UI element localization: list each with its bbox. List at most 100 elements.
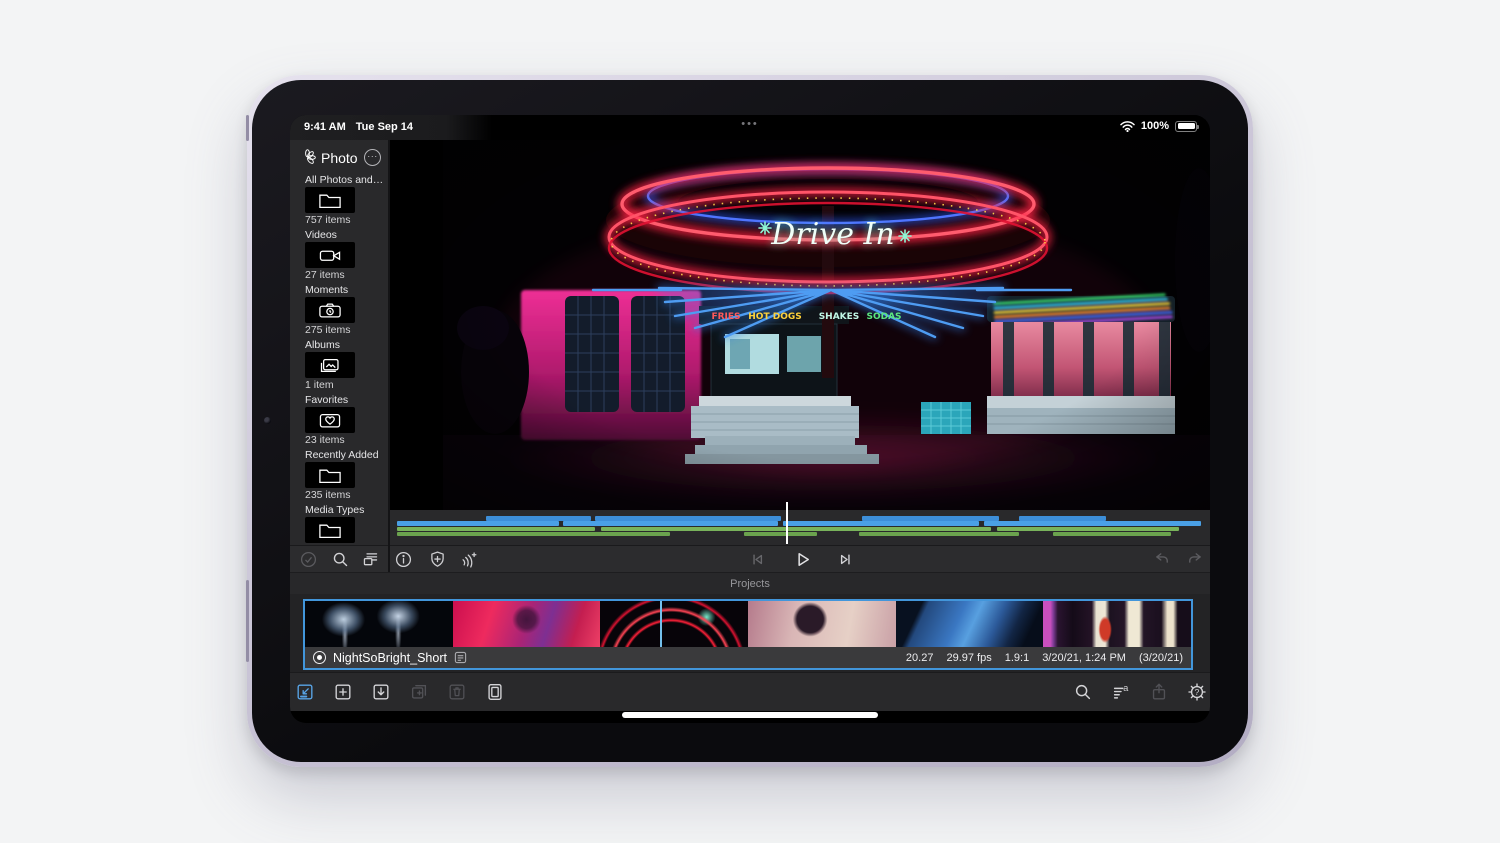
library-item-label: Media Types xyxy=(305,504,365,516)
timeline-clip-audio-overlay[interactable] xyxy=(397,531,671,536)
svg-text:?: ? xyxy=(1194,687,1199,697)
library-item-label: Albums xyxy=(305,339,341,351)
editor-toolbar xyxy=(290,545,1210,572)
add-audio-waveform-button[interactable] xyxy=(457,548,479,570)
project-filmstrip xyxy=(305,601,1191,647)
home-indicator[interactable] xyxy=(622,712,878,718)
timeline-overview[interactable] xyxy=(388,502,1210,545)
timeline-clip-video-main[interactable] xyxy=(983,521,1201,526)
folder-icon xyxy=(305,462,355,488)
timeline-clip-video-main[interactable] xyxy=(562,521,779,526)
timeline-clip-video-overlay[interactable] xyxy=(1019,516,1107,521)
search-projects-button[interactable] xyxy=(1072,681,1094,703)
library-item-count: 275 items xyxy=(305,324,351,336)
folder-icon xyxy=(305,517,355,543)
sidebar-item-videos[interactable]: Videos 27 items xyxy=(305,229,388,281)
device-speaker-slot xyxy=(246,115,249,141)
heart-icon xyxy=(305,407,355,433)
projects-list: NightSoBright_Short 20.27 29.97 fps 1.9:… xyxy=(290,594,1210,672)
timeline-clip-video-overlay[interactable] xyxy=(861,516,999,521)
library-source-title[interactable]: Photo xyxy=(321,150,358,166)
archive-project-button[interactable] xyxy=(484,681,506,703)
project-info-bar: NightSoBright_Short 20.27 29.97 fps 1.9:… xyxy=(305,647,1191,668)
help-settings-button[interactable]: ? xyxy=(1186,681,1208,703)
thumbnail-blue-glass-building[interactable] xyxy=(895,601,1044,647)
video-camera-icon xyxy=(305,242,355,268)
media-list-view-button[interactable] xyxy=(359,548,381,570)
project-notes-icon[interactable] xyxy=(454,651,467,664)
library-item-count: 1 item xyxy=(305,379,334,391)
folder-icon xyxy=(305,187,355,213)
thumbnail-portrait-pink[interactable] xyxy=(748,601,896,647)
battery-icon xyxy=(1175,120,1199,132)
media-library-sidebar: Photo ··· All Photos and… 757 items Vide… xyxy=(290,140,388,556)
library-item-label: Moments xyxy=(305,284,349,296)
multitask-dots-icon: ••• xyxy=(741,118,759,130)
projects-title: Projects xyxy=(730,578,770,590)
share-project-button[interactable] xyxy=(1148,681,1170,703)
timeline-clip-audio-overlay[interactable] xyxy=(744,531,818,536)
wifi-icon xyxy=(1120,120,1135,132)
library-item-label: Videos xyxy=(305,229,337,241)
timeline-clip-video-overlay[interactable] xyxy=(594,516,781,521)
timeline-clip-video-main[interactable] xyxy=(397,521,559,526)
front-camera xyxy=(264,417,271,424)
thumbnail-night-house-red-figure[interactable] xyxy=(1043,601,1191,647)
clip-marker xyxy=(660,601,663,647)
library-item-label: Recently Added xyxy=(305,449,379,461)
device-speaker-slot xyxy=(246,580,249,662)
video-preview-area[interactable]: Drive In Drive In FRIES HOT DOGS SHAKES … xyxy=(388,140,1210,510)
skip-to-start-button[interactable] xyxy=(746,548,768,570)
shield-plus-button[interactable] xyxy=(426,548,448,570)
sidebar-item-albums[interactable]: Albums 1 item xyxy=(305,339,388,391)
undo-button[interactable] xyxy=(1151,548,1173,570)
timeline-clip-audio-main[interactable] xyxy=(397,526,595,531)
timeline-clip-audio-overlay[interactable] xyxy=(1053,531,1172,536)
search-media-button[interactable] xyxy=(329,548,351,570)
sidebar-item-recently-added[interactable]: Recently Added 235 items xyxy=(305,449,388,501)
play-button[interactable] xyxy=(791,548,813,570)
project-name[interactable]: NightSoBright_Short xyxy=(333,651,447,665)
battery-percent: 100% xyxy=(1140,120,1169,132)
library-item-count: 23 items xyxy=(305,434,345,446)
project-metadata: 20.27 29.97 fps 1.9:1 3/20/21, 1:24 PM (… xyxy=(906,652,1183,664)
import-project-button[interactable] xyxy=(370,681,392,703)
delete-project-button[interactable] xyxy=(446,681,468,703)
thumbnail-woman-red-neon[interactable] xyxy=(452,601,601,647)
duplicate-project-button[interactable] xyxy=(408,681,430,703)
project-selected-radio-icon[interactable] xyxy=(313,651,326,664)
clip-info-button[interactable] xyxy=(392,548,414,570)
panel-divider xyxy=(388,140,390,572)
new-project-button[interactable] xyxy=(332,681,354,703)
library-more-button[interactable]: ··· xyxy=(364,149,381,166)
drive-in-photo: Drive In Drive In FRIES HOT DOGS SHAKES … xyxy=(443,140,1210,510)
project-modified-date: 3/20/21, 1:24 PM xyxy=(1042,651,1126,664)
timeline-clip-video-main[interactable] xyxy=(783,521,979,526)
sidebar-item-all-photos[interactable]: All Photos and… 757 items xyxy=(305,174,388,226)
timeline-clip-audio-overlay[interactable] xyxy=(859,531,1020,536)
svg-text:a: a xyxy=(1123,683,1129,693)
thumbnail-palm-trees[interactable] xyxy=(305,601,453,647)
photo-stack-icon xyxy=(305,352,355,378)
sidebar-item-moments[interactable]: Moments 275 items xyxy=(305,284,388,336)
insert-media-button[interactable] xyxy=(294,681,316,703)
library-item-label: Favorites xyxy=(305,394,349,406)
sidebar-item-favorites[interactable]: Favorites 23 items xyxy=(305,394,388,446)
project-framerate: 29.97 fps xyxy=(946,651,992,664)
timeline-clip-audio-main[interactable] xyxy=(600,526,991,531)
thumbnail-neon-drive-in-arcs[interactable] xyxy=(600,601,749,647)
sort-projects-button[interactable]: a xyxy=(1110,681,1132,703)
projects-toolbar: a ? xyxy=(290,672,1210,711)
timeline-playhead[interactable] xyxy=(785,502,788,544)
timeline-clip-video-overlay[interactable] xyxy=(485,516,591,521)
library-item-count: 235 items xyxy=(305,489,351,501)
select-clip-button[interactable] xyxy=(297,548,319,570)
redo-button[interactable] xyxy=(1183,548,1205,570)
project-created-date: (3/20/21) xyxy=(1138,651,1183,664)
status-bar: 9:41 AM Tue Sep 14 ••• 100% xyxy=(290,115,1210,140)
project-card-selected[interactable]: NightSoBright_Short 20.27 29.97 fps 1.9:… xyxy=(303,599,1193,670)
timeline-clip-audio-main[interactable] xyxy=(996,526,1180,531)
skip-to-end-button[interactable] xyxy=(834,548,856,570)
project-duration: 20.27 xyxy=(905,651,934,664)
library-item-count: 27 items xyxy=(305,269,345,281)
